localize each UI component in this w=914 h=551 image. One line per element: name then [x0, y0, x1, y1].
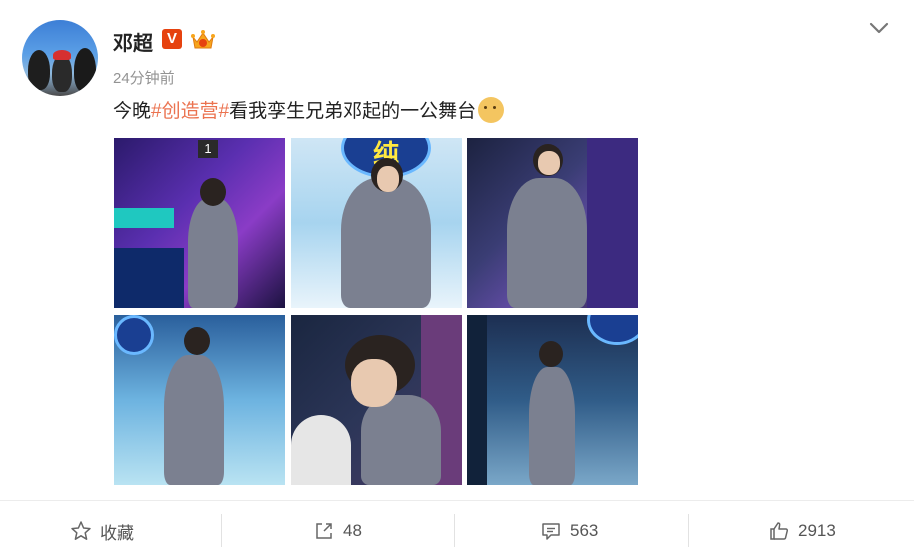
thumbs-up-icon	[770, 522, 789, 540]
crown-icon[interactable]	[190, 28, 216, 52]
post-text: 今晚#创造营#看我孪生兄弟邓起的一公舞台	[113, 96, 505, 125]
verified-badge-icon: V	[162, 29, 182, 49]
divider	[0, 500, 914, 501]
like-count: 2913	[798, 521, 836, 540]
chevron-down-icon[interactable]	[868, 20, 890, 36]
photo-grid: 1 纯	[114, 138, 638, 485]
stage-photo-5[interactable]	[291, 315, 462, 485]
action-separator	[221, 514, 222, 547]
author-name[interactable]: 邓超	[113, 27, 153, 56]
weibo-post-card: 邓超 V 24分钟前 今晚#创造营#看我孪生兄弟邓起的一公舞台 1 纯 收藏 4…	[0, 0, 914, 551]
comment-count: 563	[570, 521, 599, 540]
avatar[interactable]	[22, 20, 98, 96]
post-timestamp[interactable]: 24分钟前	[113, 67, 175, 88]
stage-photo-1[interactable]: 1	[114, 138, 285, 308]
action-separator	[454, 514, 455, 547]
favorite-button[interactable]: 收藏	[70, 514, 134, 548]
favorite-label: 收藏	[100, 523, 134, 543]
post-text-prefix: 今晚	[113, 101, 152, 122]
comment-button[interactable]: 563	[540, 514, 598, 548]
comment-icon	[542, 523, 560, 540]
post-text-suffix: 看我孪生兄弟邓起的一公舞台	[229, 101, 477, 122]
stage-photo-6[interactable]	[467, 315, 638, 485]
dog-face-emoji	[478, 96, 505, 123]
like-button[interactable]: 2913	[768, 514, 836, 548]
stage-photo-4[interactable]	[114, 315, 285, 485]
action-separator	[688, 514, 689, 547]
hashtag-link[interactable]: #创造营#	[151, 101, 229, 122]
stage-number-sign: 1	[198, 140, 218, 158]
share-icon	[316, 523, 332, 539]
share-count: 48	[343, 521, 362, 540]
stage-photo-2[interactable]: 纯	[291, 138, 462, 308]
stage-photo-3[interactable]	[467, 138, 638, 308]
share-button[interactable]: 48	[313, 514, 362, 548]
star-icon	[71, 521, 91, 540]
